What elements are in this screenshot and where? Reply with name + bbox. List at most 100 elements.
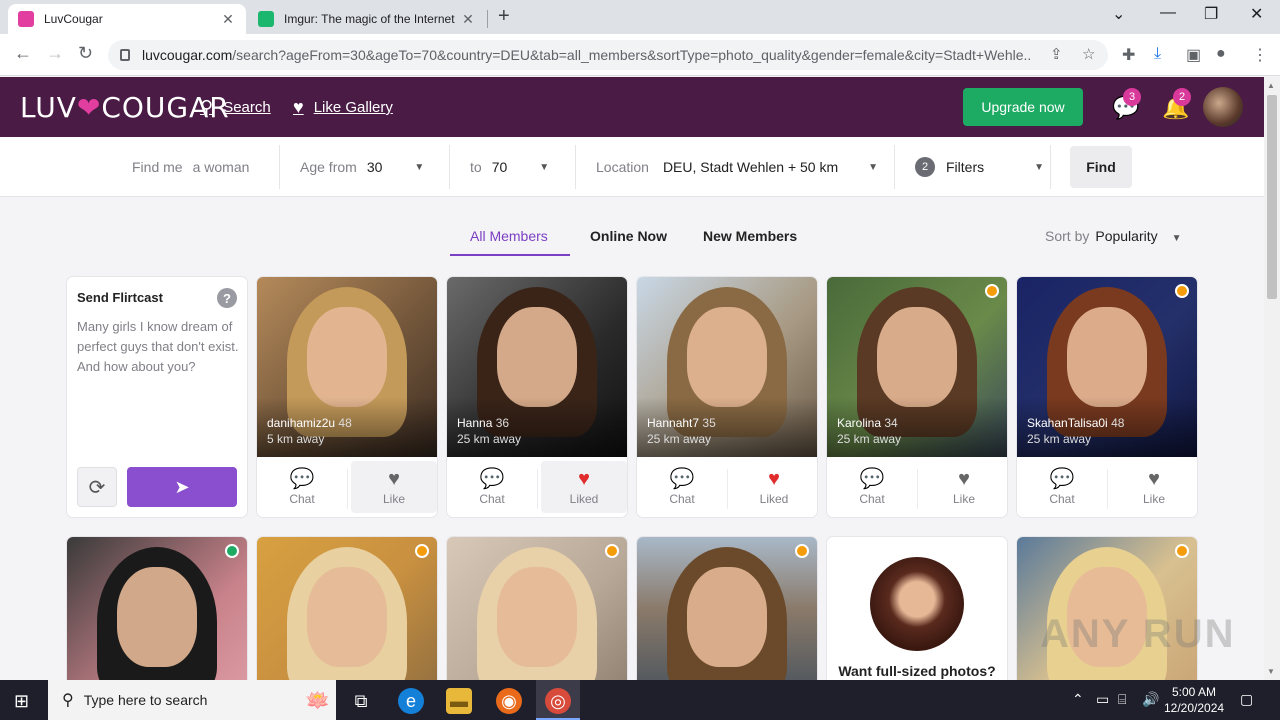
chevron-down-icon: ▼ — [868, 161, 879, 173]
profile-card[interactable]: Karolina 34 25 km away 💬 Chat ♥ Like — [827, 277, 1007, 517]
profile-card[interactable]: Hannaht7 35 25 km away 💬 Chat ♥ Liked — [637, 277, 817, 517]
side-panel-icon[interactable]: ▣ — [1186, 45, 1201, 65]
task-view-icon[interactable]: ⧉ — [348, 688, 374, 714]
taskbar-search-box[interactable]: ⚲ Type here to search 🪷 — [48, 680, 336, 720]
firefox-icon[interactable]: ◉ — [496, 688, 522, 714]
profile-card[interactable]: Hanna 36 25 km away 💬 Chat ♥ Liked — [447, 277, 627, 517]
like-button[interactable]: ♥ Like — [921, 461, 1007, 513]
send-flirtcast-button[interactable]: ➤ — [127, 467, 237, 507]
profile-photo[interactable] — [67, 537, 247, 687]
profile-photo[interactable] — [1017, 277, 1197, 457]
profile-distance: 25 km away — [1027, 432, 1092, 446]
find-me-select[interactable]: Find me a woman — [132, 137, 249, 197]
extensions-puzzle-icon[interactable]: ✚ — [1122, 45, 1135, 65]
share-icon[interactable]: ⇪ — [1050, 45, 1063, 63]
refresh-icon[interactable]: ⟳ — [77, 467, 117, 507]
browser-toolbar: ← → ↻ luvcougar.com/search?ageFrom=30&ag… — [0, 34, 1280, 76]
chat-button[interactable]: 💬 Chat — [829, 461, 915, 513]
tab-all-members[interactable]: All Members — [470, 228, 548, 244]
chrome-icon[interactable]: ◎ — [545, 688, 571, 714]
bookmark-star-icon[interactable]: ☆ — [1082, 45, 1095, 63]
tab-new-members[interactable]: New Members — [703, 228, 797, 244]
profile-name: danihamiz2u 48 — [267, 416, 352, 430]
profile-photo[interactable] — [637, 537, 817, 687]
full-size-photos-promo[interactable]: Want full-sized photos? — [827, 537, 1007, 687]
profile-photo[interactable] — [827, 277, 1007, 457]
volume-icon[interactable]: 🔊 — [1142, 691, 1159, 708]
heart-icon: ♥ — [958, 468, 970, 490]
location-select[interactable]: Location DEU, Stadt Wehlen + 50 km ▼ — [596, 137, 878, 197]
profile-card[interactable] — [67, 537, 247, 687]
profile-name: Karolina 34 — [837, 416, 898, 430]
tab-online-now[interactable]: Online Now — [590, 228, 667, 244]
profile-photo[interactable] — [257, 537, 437, 687]
upgrade-now-button[interactable]: Upgrade now — [963, 88, 1083, 126]
tab-search-icon[interactable]: ⌄ — [1112, 4, 1125, 24]
profile-icon[interactable]: ● — [1216, 45, 1226, 63]
heart-icon: ♥ — [1148, 468, 1160, 490]
download-icon[interactable]: ⤓ — [1154, 45, 1161, 63]
file-explorer-icon[interactable]: ▬ — [446, 688, 472, 714]
age-from-select[interactable]: Age from 30 ▼ — [300, 137, 424, 197]
profile-photo[interactable] — [257, 277, 437, 457]
browser-tab-luvcougar[interactable]: LuvCougar ✕ — [8, 4, 246, 34]
profile-photo[interactable] — [447, 277, 627, 457]
tab-separator — [487, 10, 488, 28]
edge-icon[interactable]: e — [398, 688, 424, 714]
notifications-icon[interactable]: ▢ — [1240, 691, 1253, 708]
network-icon[interactable]: ⌸ — [1118, 691, 1126, 708]
away-status-dot — [795, 544, 809, 558]
find-button[interactable]: Find — [1070, 146, 1132, 188]
close-tab-icon[interactable]: ✕ — [220, 11, 236, 28]
liked-button[interactable]: ♥ Liked — [541, 461, 627, 513]
liked-button[interactable]: ♥ Liked — [731, 461, 817, 513]
browser-tab-imgur[interactable]: Imgur: The magic of the Internet ✕ — [248, 4, 486, 34]
tab-title: LuvCougar — [44, 12, 103, 26]
help-icon[interactable]: ? — [217, 288, 237, 308]
windows-start-icon[interactable]: ⊞ — [14, 691, 29, 712]
new-tab-button[interactable]: + — [498, 5, 510, 28]
profile-card[interactable] — [257, 537, 437, 687]
user-avatar[interactable] — [1203, 87, 1243, 127]
filters-dropdown[interactable]: 2 Filters ▼ — [915, 137, 1044, 197]
maximize-button[interactable]: ❐ — [1204, 4, 1218, 24]
profile-card[interactable]: danihamiz2u 48 5 km away 💬 Chat ♥ Like — [257, 277, 437, 517]
address-bar[interactable]: luvcougar.com/search?ageFrom=30&ageTo=70… — [108, 40, 1108, 70]
like-button[interactable]: ♥ Like — [351, 461, 437, 513]
sort-by-select[interactable]: Sort by Popularity ▼ — [1045, 228, 1182, 244]
like-button[interactable]: ♥ Like — [1111, 461, 1197, 513]
profile-card[interactable] — [637, 537, 817, 687]
flirtcast-message: Many girls I know dream of perfect guys … — [77, 319, 239, 374]
heart-icon: ♥ — [388, 468, 400, 490]
luvcougar-logo[interactable]: LUV❤COUGAR — [20, 91, 230, 124]
flirtcast-card: Send Flirtcast ? Many girls I know dream… — [67, 277, 247, 517]
age-to-select[interactable]: to 70 ▼ — [470, 137, 549, 197]
close-tab-icon[interactable]: ✕ — [460, 11, 476, 28]
close-window-button[interactable]: ✕ — [1250, 4, 1263, 24]
page-scrollbar[interactable]: ▲ ▼ — [1264, 77, 1280, 680]
chat-bubble-icon: 💬 — [669, 468, 695, 490]
profile-card[interactable]: SkahanTalisa0i 48 25 km away 💬 Chat ♥ Like — [1017, 277, 1197, 517]
chat-button[interactable]: 💬 Chat — [1019, 461, 1105, 513]
profile-photo[interactable] — [447, 537, 627, 687]
profile-photo[interactable] — [637, 277, 817, 457]
promo-text: Want full-sized photos? — [838, 663, 996, 679]
chat-button[interactable]: 💬 Chat — [259, 461, 345, 513]
minimize-button[interactable]: — — [1160, 4, 1176, 22]
like-gallery-nav-link[interactable]: ♥ Like Gallery — [293, 97, 393, 118]
device-icon[interactable]: ▭ — [1096, 691, 1109, 708]
profile-card[interactable] — [447, 537, 627, 687]
forward-arrow-icon[interactable]: → — [46, 43, 64, 64]
site-header: LUV❤COUGAR ⚲ Search ♥ Like Gallery Upgra… — [0, 77, 1264, 137]
tray-overflow-chevron-icon[interactable]: ⌃ — [1072, 691, 1084, 708]
chat-button[interactable]: 💬 Chat — [639, 461, 725, 513]
scrollbar-thumb[interactable] — [1267, 95, 1277, 299]
back-arrow-icon[interactable]: ← — [14, 43, 32, 64]
chat-button[interactable]: 💬 Chat — [449, 461, 535, 513]
search-nav-link[interactable]: ⚲ Search — [200, 97, 271, 118]
reload-icon[interactable]: ↻ — [78, 43, 93, 64]
divider — [1050, 145, 1051, 189]
divider — [279, 145, 280, 189]
taskbar-clock[interactable]: 5:00 AM 12/20/2024 — [1164, 684, 1224, 716]
menu-kebab-icon[interactable]: ⋮ — [1252, 45, 1268, 65]
